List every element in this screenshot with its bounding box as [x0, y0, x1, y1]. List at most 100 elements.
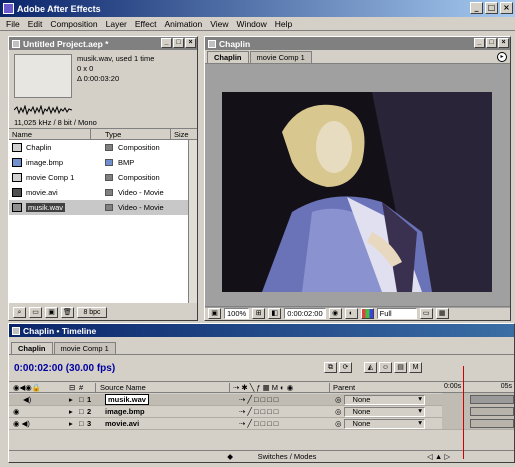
panel-menu-arrow-icon[interactable]: ▸ — [497, 52, 507, 62]
menu-help[interactable]: Help — [271, 19, 296, 29]
pickwhip-icon[interactable]: ◎ — [335, 395, 342, 404]
layer-switches[interactable]: ⇢ ╱ □ □ □ □ — [235, 407, 335, 416]
preview-button[interactable]: ▣ — [208, 308, 221, 319]
video-eye-icon[interactable]: ◉ ◀) — [9, 419, 69, 428]
project-item[interactable]: image.bmp BMP — [9, 155, 197, 170]
time-ruler[interactable]: 0:00s 05s — [442, 381, 514, 393]
timeline-current-time[interactable]: 0:00:02:00 (30.00 fps) — [14, 363, 115, 374]
timeline-layer-row[interactable]: ◉ ▸ □ 2 image.bmp ⇢ ╱ □ □ □ □ ◎ None — [9, 406, 514, 418]
trash-icon[interactable]: 🗑 — [61, 306, 74, 318]
timeline-layer-row[interactable]: ◉ ◀) ▸ □ 3 movie.avi ⇢ ╱ □ □ □ □ ◎ None — [9, 418, 514, 430]
label-color-swatch[interactable] — [105, 159, 113, 166]
tab-chaplin[interactable]: Chaplin — [207, 51, 249, 63]
tab-movie-comp-1[interactable]: movie Comp 1 — [53, 342, 116, 354]
layer-name[interactable]: musik.wav — [105, 394, 149, 405]
project-item-selected[interactable]: musik.wav Video - Movie — [9, 200, 197, 215]
switches-modes-toggle[interactable]: Switches / Modes — [237, 452, 337, 461]
project-item[interactable]: movie.avi Video - Movie — [9, 185, 197, 200]
channel-icon[interactable]: ◐ — [344, 308, 358, 319]
label-swatch[interactable]: □ — [79, 419, 87, 428]
menu-animation[interactable]: Animation — [160, 19, 206, 29]
rgb-channels-icon[interactable] — [360, 308, 374, 319]
menu-view[interactable]: View — [206, 19, 232, 29]
pickwhip-icon[interactable]: ◎ — [335, 419, 342, 428]
layer-duration-bar[interactable] — [470, 419, 514, 428]
col-source-name[interactable]: Source Name — [95, 382, 229, 392]
expand-triangle-icon[interactable]: ▸ — [69, 407, 79, 416]
tab-movie-comp-1[interactable]: movie Comp 1 — [249, 51, 312, 63]
video-eye-icon[interactable]: ◉ — [9, 407, 69, 416]
label-color-swatch[interactable] — [105, 144, 113, 151]
pickwhip-icon[interactable]: ◎ — [335, 407, 342, 416]
menu-edit[interactable]: Edit — [24, 19, 47, 29]
audio-speaker-icon[interactable]: ◀) — [9, 395, 69, 404]
label-color-swatch[interactable] — [105, 174, 113, 181]
panel-maximize-button[interactable]: □ — [486, 38, 497, 48]
live-update-icon[interactable]: ⟳ — [339, 362, 352, 373]
menu-window[interactable]: Window — [233, 19, 271, 29]
panel-minimize-button[interactable]: _ — [161, 38, 172, 48]
panel-minimize-button[interactable]: _ — [474, 38, 485, 48]
menu-effect[interactable]: Effect — [131, 19, 161, 29]
resolution-select[interactable]: Full — [376, 308, 417, 319]
layer-tracks[interactable] — [442, 393, 514, 429]
current-time-indicator[interactable] — [463, 366, 464, 459]
snapshot-icon[interactable]: ◧ — [268, 308, 282, 319]
layer-switches[interactable]: ⇢ ╱ □ □ □ □ — [235, 395, 335, 404]
expand-triangle-icon[interactable]: ▸ — [69, 419, 79, 428]
transparency-grid-icon[interactable]: ▦ — [435, 308, 449, 319]
comp-viewer[interactable] — [205, 64, 510, 308]
parent-select[interactable]: None — [343, 394, 425, 405]
comp-flowchart-icon[interactable]: ⧉ — [324, 362, 337, 373]
parent-select[interactable]: None — [343, 406, 425, 417]
layer-name[interactable]: movie.avi — [105, 419, 139, 428]
comp-titlebar[interactable]: Chaplin _ □ × — [205, 37, 510, 50]
label-color-swatch[interactable] — [105, 204, 113, 211]
bit-depth-button[interactable]: 8 bpc — [77, 306, 107, 318]
panel-maximize-button[interactable]: □ — [173, 38, 184, 48]
motion-blur-icon[interactable]: M — [409, 362, 422, 373]
project-titlebar[interactable]: Untitled Project.aep * _ □ × — [9, 37, 197, 50]
menu-layer[interactable]: Layer — [102, 19, 131, 29]
new-folder-icon[interactable]: ▭ — [29, 306, 42, 318]
layer-switches[interactable]: ⇢ ╱ □ □ □ □ — [235, 419, 335, 428]
col-type[interactable]: Type — [91, 129, 171, 139]
timeline-titlebar[interactable]: Chaplin • Timeline — [9, 324, 514, 337]
zoom-slider-icon[interactable]: ◁ ▲ ▷ — [427, 452, 450, 461]
maximize-button[interactable]: □ — [485, 2, 498, 14]
menu-composition[interactable]: Composition — [46, 19, 101, 29]
draft-3d-icon[interactable]: ◭ — [364, 362, 377, 373]
toggle-arrow-icon[interactable]: ◆ — [9, 452, 237, 461]
shy-layers-icon[interactable]: ☺ — [379, 362, 392, 373]
zoom-select[interactable]: 100% — [224, 308, 250, 319]
col-size[interactable]: Size — [171, 129, 189, 139]
expand-triangle-icon[interactable]: ▸ — [69, 395, 79, 404]
layer-duration-bar[interactable] — [470, 407, 514, 416]
frame-blending-icon[interactable]: ▤ — [394, 362, 407, 373]
close-button[interactable]: × — [500, 2, 513, 14]
app-title: Adobe After Effects — [17, 3, 101, 14]
label-swatch[interactable]: □ — [79, 407, 87, 416]
project-item[interactable]: movie Comp 1 Composition — [9, 170, 197, 185]
region-of-interest-icon[interactable]: ▭ — [419, 308, 433, 319]
col-name[interactable]: Name — [9, 129, 91, 139]
minimize-button[interactable]: _ — [470, 2, 483, 14]
new-comp-icon[interactable]: ▣ — [45, 306, 58, 318]
layer-name[interactable]: image.bmp — [105, 407, 145, 416]
project-item[interactable]: Chaplin Composition — [9, 140, 197, 155]
menu-file[interactable]: File — [2, 19, 24, 29]
layer-duration-bar[interactable] — [470, 395, 514, 404]
find-icon[interactable]: ⌕ — [13, 306, 26, 318]
safe-zones-icon[interactable]: ⊞ — [252, 308, 266, 319]
panel-close-button[interactable]: × — [185, 38, 196, 48]
panel-close-button[interactable]: × — [498, 38, 509, 48]
parent-select[interactable]: None — [343, 418, 425, 429]
label-swatch[interactable]: □ — [79, 395, 87, 404]
current-time-field[interactable]: 0:00:02:00 — [284, 308, 326, 319]
label-color-swatch[interactable] — [105, 189, 113, 196]
col-parent[interactable]: Parent — [329, 382, 419, 392]
tab-chaplin[interactable]: Chaplin — [11, 342, 53, 354]
camera-icon[interactable]: ◉ — [328, 308, 342, 319]
project-scrollbar[interactable] — [188, 140, 197, 303]
timeline-layer-row[interactable]: ◀) ▸ □ 1 musik.wav ⇢ ╱ □ □ □ □ ◎ None — [9, 394, 514, 406]
